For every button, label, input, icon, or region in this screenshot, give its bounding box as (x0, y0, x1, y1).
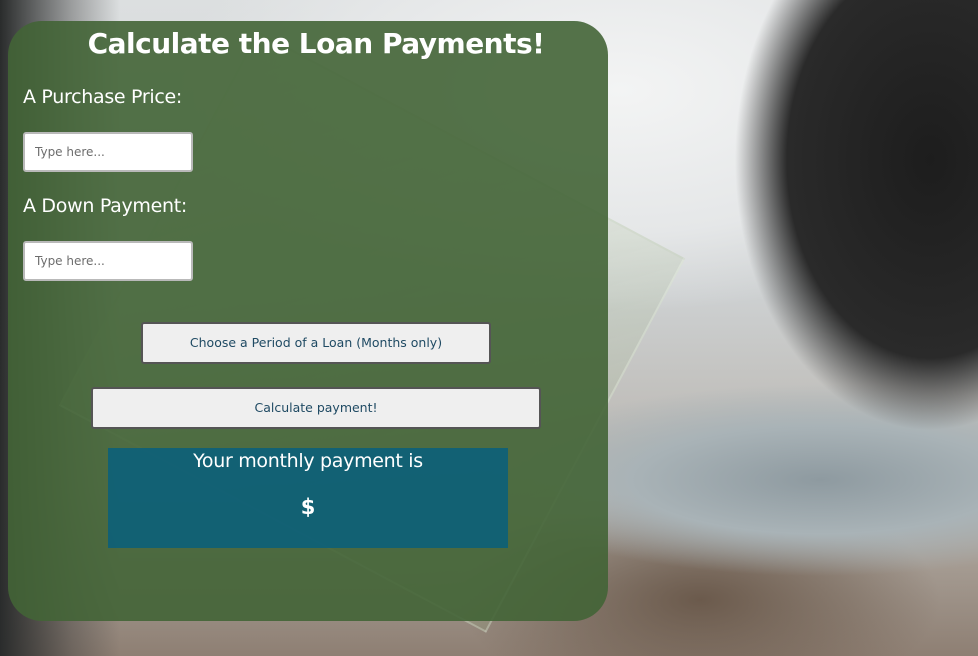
loan-calculator-card: Calculate the Loan Payments! A Purchase … (8, 21, 608, 621)
down-payment-label: A Down Payment: (23, 195, 187, 217)
page-title: Calculate the Loan Payments! (87, 27, 545, 60)
purchase-price-label: A Purchase Price: (23, 86, 183, 108)
purchase-price-input[interactable] (23, 132, 193, 172)
loan-period-button[interactable]: Choose a Period of a Loan (Months only) (141, 322, 491, 364)
down-payment-input[interactable] (23, 241, 193, 281)
monthly-payment-result: Your monthly payment is $ (108, 448, 508, 548)
calculate-payment-button[interactable]: Calculate payment! (91, 387, 541, 429)
result-value: $ (300, 495, 316, 519)
result-caption: Your monthly payment is (193, 450, 423, 472)
